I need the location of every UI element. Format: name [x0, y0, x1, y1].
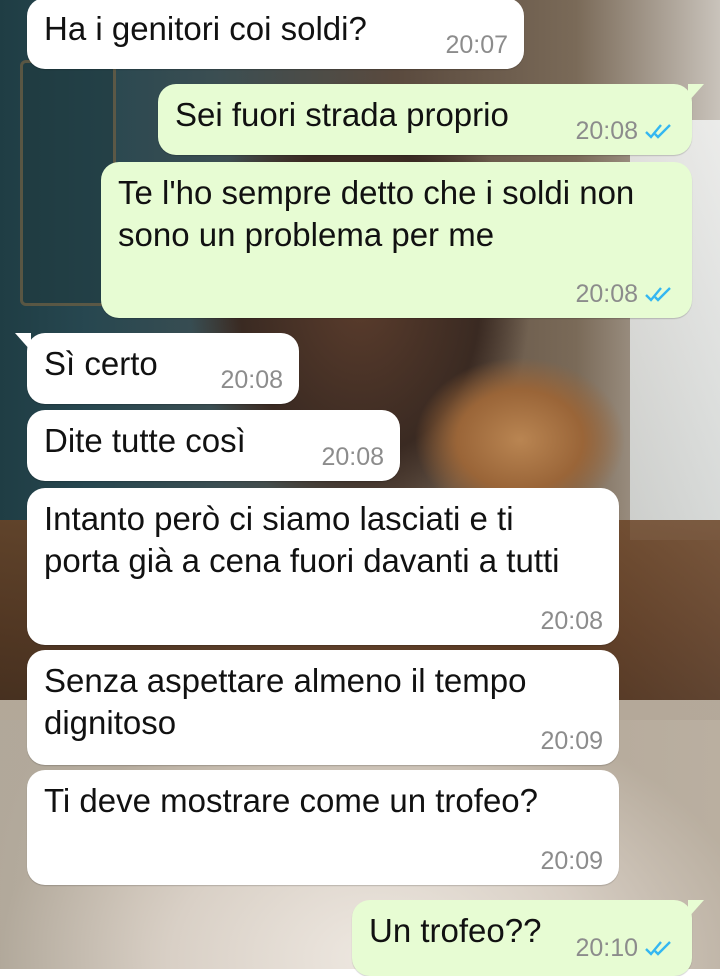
message-meta: 20:08: [540, 607, 603, 635]
message-time: 20:08: [575, 280, 638, 308]
message-time: 20:08: [220, 366, 283, 394]
message-list[interactable]: Ha i genitori coi soldi? 20:07 Sei fuori…: [0, 0, 720, 976]
message-text: Dite tutte così: [44, 422, 246, 459]
message-bubble-incoming[interactable]: Dite tutte così 20:08: [27, 410, 400, 481]
message-meta: 20:07: [445, 31, 508, 59]
message-bubble-outgoing[interactable]: Sei fuori strada proprio 20:08: [158, 84, 704, 155]
message-bubble-outgoing[interactable]: Te l'ho sempre detto che i soldi non son…: [101, 162, 692, 318]
message-bubble-incoming[interactable]: Senza aspettare almeno il tempo dignitos…: [27, 650, 619, 765]
message-time: 20:09: [540, 727, 603, 755]
message-time: 20:09: [540, 847, 603, 875]
message-bubble-incoming[interactable]: Ha i genitori coi soldi? 20:07: [27, 0, 524, 69]
message-meta: 20:09: [540, 727, 603, 755]
message-time: 20:07: [445, 31, 508, 59]
message-text: Sei fuori strada proprio: [175, 96, 509, 133]
message-time: 20:08: [321, 443, 384, 471]
message-text: Intanto però ci siamo lasciati e ti port…: [44, 500, 560, 579]
message-text: Te l'ho sempre detto che i soldi non son…: [118, 174, 635, 253]
message-meta: 20:08: [220, 366, 283, 394]
message-text: Un trofeo??: [369, 912, 542, 949]
message-meta: 20:09: [540, 847, 603, 875]
message-meta: 20:08: [321, 443, 384, 471]
message-bubble-incoming[interactable]: Ti deve mostrare come un trofeo? 20:09: [27, 770, 619, 885]
message-bubble-incoming[interactable]: Intanto però ci siamo lasciati e ti port…: [27, 488, 619, 645]
message-bubble-outgoing[interactable]: Un trofeo?? 20:10: [352, 900, 704, 976]
message-text: Ha i genitori coi soldi?: [44, 10, 367, 47]
message-time: 20:08: [575, 117, 638, 145]
message-text: Ti deve mostrare come un trofeo?: [44, 782, 539, 819]
read-double-tick-icon: [645, 124, 671, 139]
message-meta: 20:08: [575, 280, 676, 308]
message-bubble-incoming[interactable]: Sì certo 20:08: [15, 333, 299, 404]
message-text: Senza aspettare almeno il tempo dignitos…: [44, 662, 527, 741]
message-time: 20:08: [540, 607, 603, 635]
message-meta: 20:10: [575, 934, 676, 962]
message-text: Sì certo: [44, 345, 158, 382]
message-time: 20:10: [575, 934, 638, 962]
message-meta: 20:08: [575, 117, 676, 145]
read-double-tick-icon: [645, 941, 671, 956]
read-double-tick-icon: [645, 287, 671, 302]
